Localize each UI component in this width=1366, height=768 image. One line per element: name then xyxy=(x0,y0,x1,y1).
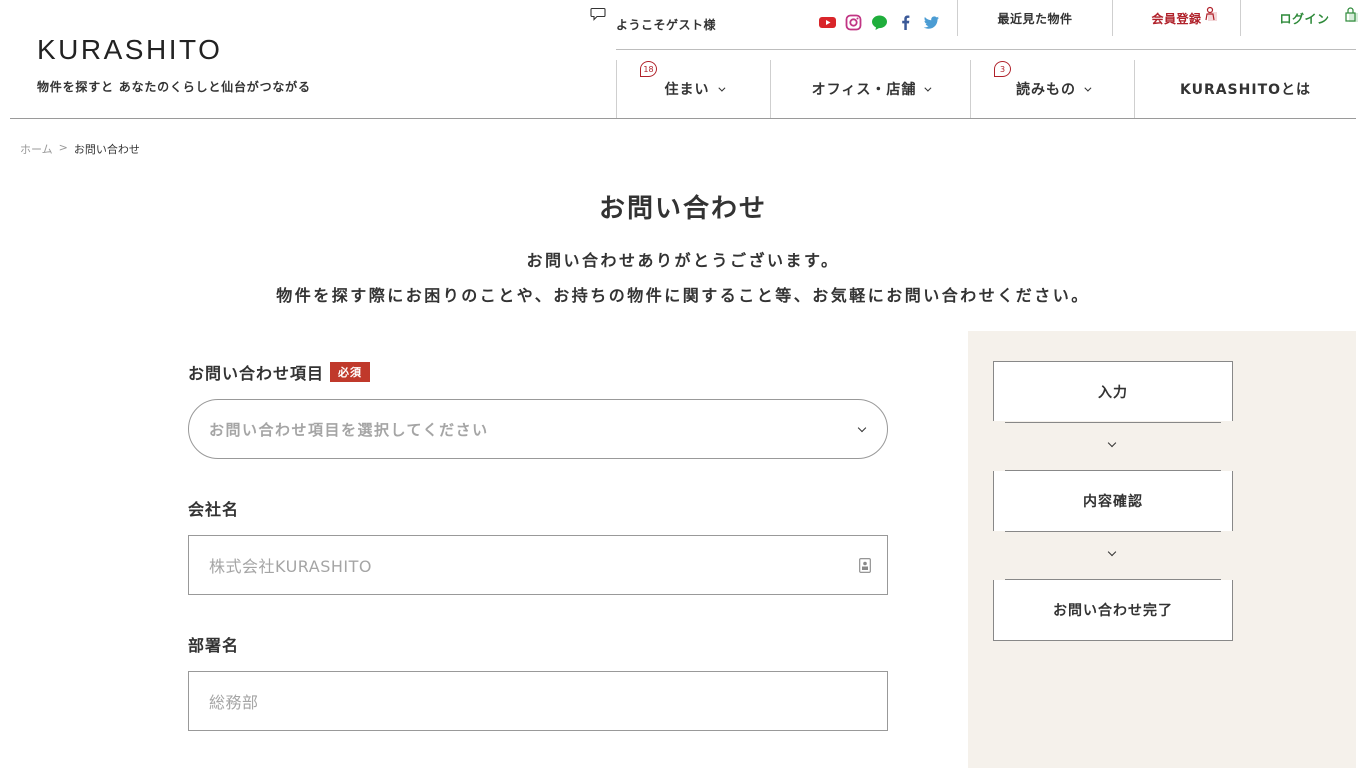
line-icon[interactable] xyxy=(871,14,888,31)
nav-item-label: オフィス・店舗 xyxy=(811,82,917,98)
step-label: お問い合わせ完了 xyxy=(1053,603,1173,619)
site-logo[interactable]: KURASHITO xyxy=(37,34,222,66)
department-input[interactable]: 総務部 xyxy=(188,671,888,731)
header-top-links: 最近見た物件 会員登録 ログイン xyxy=(957,0,1366,36)
lock-icon xyxy=(1345,7,1358,22)
department-placeholder: 総務部 xyxy=(209,693,259,712)
header-divider xyxy=(616,49,1356,50)
nav-item-label: KURASHITOとは xyxy=(1179,82,1312,98)
site-tagline: 物件を探すと あなたのくらしと仙台がつながる xyxy=(37,80,311,94)
chevron-down-icon xyxy=(924,84,932,92)
department-label-text: 部署名 xyxy=(188,636,240,655)
department-label: 部署名 xyxy=(188,632,239,656)
step-confirm: 内容確認 xyxy=(993,471,1233,531)
chevron-down-icon xyxy=(717,84,725,92)
company-name-label: 会社名 xyxy=(188,496,239,520)
register-link[interactable]: 会員登録 xyxy=(1112,0,1240,36)
login-label: ログイン xyxy=(1279,11,1330,26)
header-bottom-border xyxy=(10,118,1356,119)
step-complete: お問い合わせ完了 xyxy=(993,580,1233,641)
step-label: 入力 xyxy=(1098,384,1128,401)
required-badge: 必須 xyxy=(330,362,371,382)
step-input: 入力 xyxy=(993,361,1233,421)
social-links xyxy=(819,14,940,31)
contact-card-icon[interactable] xyxy=(859,558,871,573)
youtube-icon[interactable] xyxy=(819,14,836,31)
chevron-down-icon xyxy=(1084,84,1092,92)
chevron-down-icon xyxy=(857,423,867,433)
breadcrumb-current: お問い合わせ xyxy=(73,143,140,156)
nav-item-articles[interactable]: 3 読みもの xyxy=(970,60,1134,118)
nav-item-about[interactable]: KURASHITOとは xyxy=(1134,60,1356,118)
step-label: 内容確認 xyxy=(1083,494,1143,510)
welcome-message: ようこそゲスト様 xyxy=(616,18,717,32)
twitter-icon[interactable] xyxy=(923,14,940,31)
inquiry-type-label-text: お問い合わせ項目 xyxy=(188,364,325,383)
company-name-label-text: 会社名 xyxy=(188,500,240,519)
inquiry-type-select[interactable]: お問い合わせ項目を選択してください xyxy=(188,399,888,459)
company-name-placeholder: 株式会社KURASHITO xyxy=(209,557,372,576)
inquiry-type-placeholder: お問い合わせ項目を選択してください xyxy=(209,420,489,439)
page-title: お問い合わせ xyxy=(598,194,767,224)
intro-text-line-2: 物件を探す際にお困りのことや、お持ちの物件に関すること等、お気軽にお問い合わせく… xyxy=(276,286,1090,305)
breadcrumb: ホーム > お問い合わせ xyxy=(20,141,140,157)
breadcrumb-separator: > xyxy=(58,141,68,154)
nav-item-housing[interactable]: 18 住まい xyxy=(616,60,770,118)
register-label: 会員登録 xyxy=(1151,11,1202,26)
nav-count-badge: 3 xyxy=(994,61,1011,77)
recently-viewed-label: 最近見た物件 xyxy=(997,11,1073,26)
step-divider xyxy=(1005,531,1221,532)
nav-item-label: 読みもの xyxy=(1016,82,1076,98)
nav-item-label: 住まい xyxy=(664,82,710,98)
nav-count-badge: 18 xyxy=(640,61,657,77)
recently-viewed-link[interactable]: 最近見た物件 xyxy=(957,0,1112,36)
inquiry-type-label: お問い合わせ項目 必須 xyxy=(188,360,371,384)
login-link[interactable]: ログイン xyxy=(1240,0,1366,36)
nav-item-office-store[interactable]: オフィス・店舗 xyxy=(770,60,970,118)
step-divider xyxy=(1005,422,1221,423)
company-name-input[interactable]: 株式会社KURASHITO xyxy=(188,535,888,595)
chat-bubble-icon xyxy=(590,7,606,21)
facebook-icon[interactable] xyxy=(897,14,914,31)
intro-text-line-1: お問い合わせありがとうございます。 xyxy=(526,251,840,270)
instagram-icon[interactable] xyxy=(845,14,862,31)
breadcrumb-home-link[interactable]: ホーム xyxy=(20,141,53,157)
person-icon xyxy=(1205,6,1217,21)
global-nav: 18 住まい オフィス・店舗 3 読みもの KURASHITOとは xyxy=(616,60,1356,118)
